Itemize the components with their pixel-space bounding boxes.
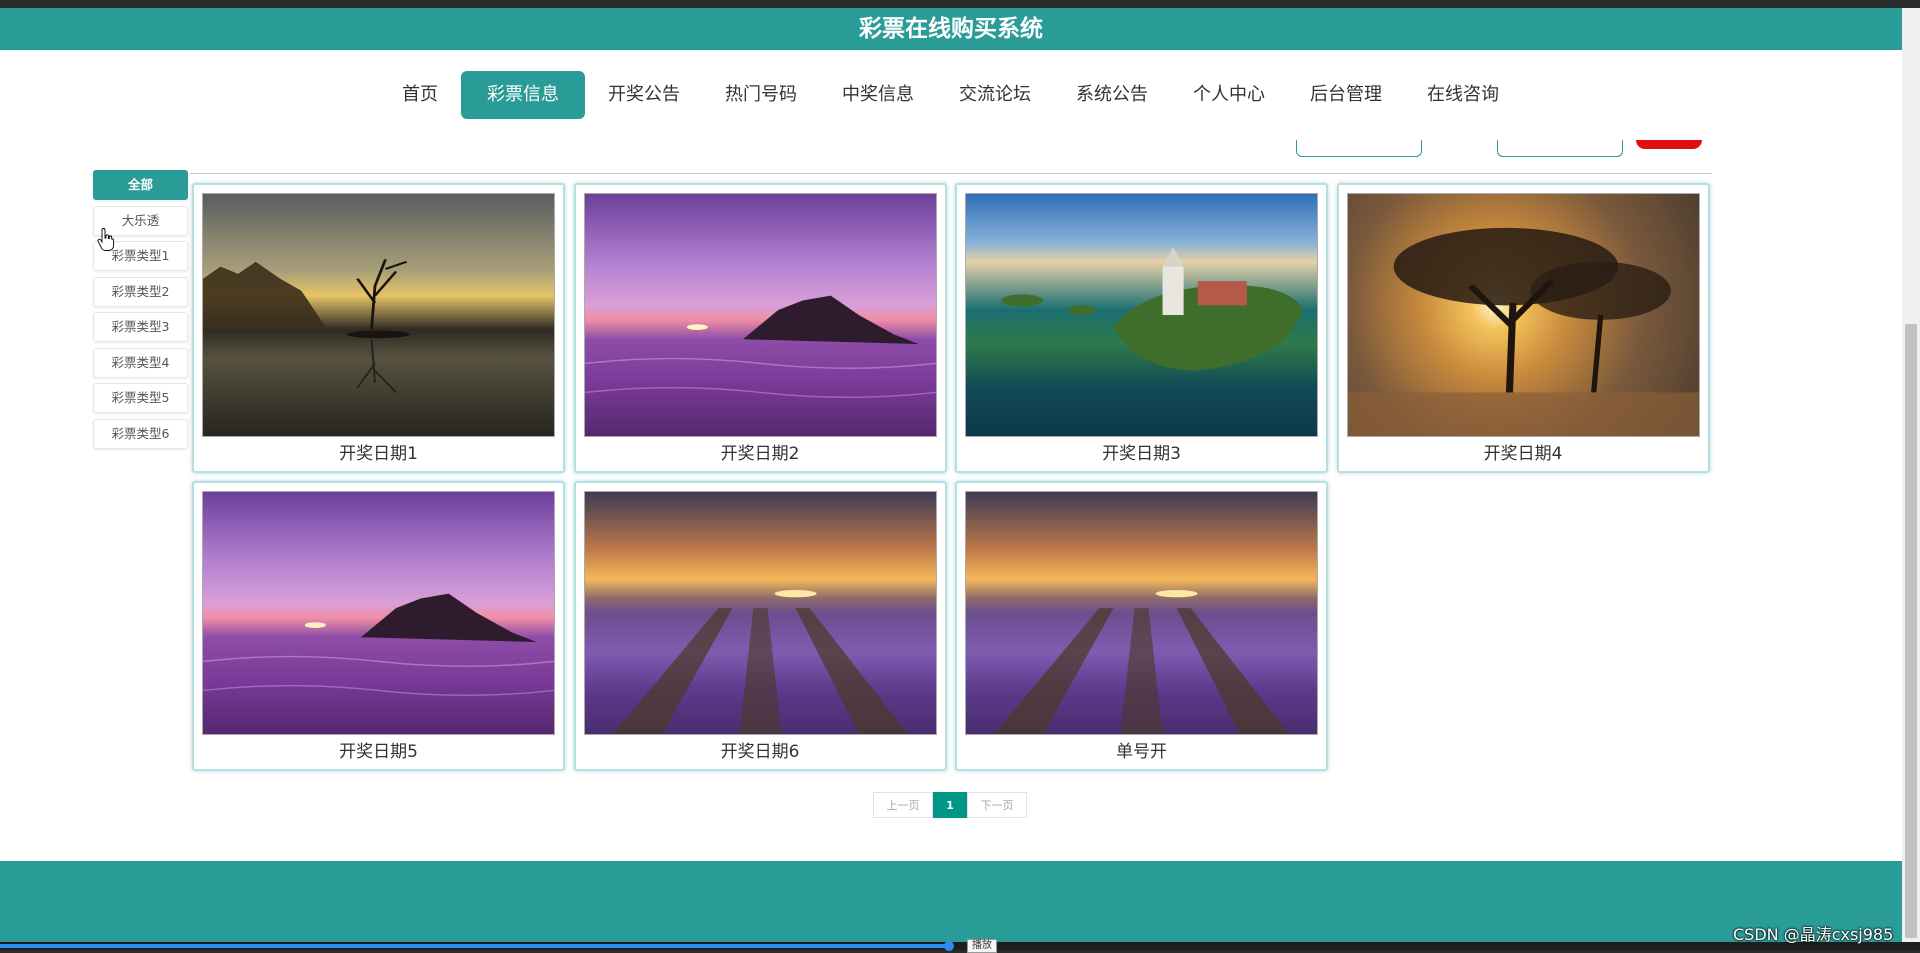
- lake-tree-sunset-image: [202, 193, 555, 437]
- main-nav: 首页 彩票信息 开奖公告 热门号码 中奖信息 交流论坛 系统公告 个人中心 后台…: [380, 70, 1522, 120]
- lottery-card[interactable]: 开奖日期4: [1336, 183, 1710, 473]
- play-tooltip: 播放: [967, 939, 997, 953]
- nav-item-draw-notice[interactable]: 开奖公告: [586, 71, 702, 119]
- category-item-type5[interactable]: 彩票类型5: [93, 383, 188, 413]
- nav-item-winning-info[interactable]: 中奖信息: [820, 71, 936, 119]
- nav-item-home[interactable]: 首页: [380, 71, 460, 119]
- lavender-field-image: [965, 491, 1318, 735]
- card-caption: 开奖日期2: [720, 444, 800, 464]
- prev-page-button[interactable]: 上一页: [873, 792, 933, 818]
- card-caption: 单号开: [1116, 742, 1167, 762]
- search-field-stub[interactable]: [1497, 140, 1623, 157]
- lottery-card[interactable]: 开奖日期1: [192, 183, 565, 473]
- next-page-button[interactable]: 下一页: [967, 792, 1027, 818]
- lottery-card[interactable]: 开奖日期5: [192, 481, 565, 771]
- page: 彩票在线购买系统 首页 彩票信息 开奖公告 热门号码 中奖信息 交流论坛 系统公…: [0, 8, 1902, 942]
- watermark: CSDN @晶涛cxsj985: [1733, 925, 1894, 944]
- category-item-type2[interactable]: 彩票类型2: [93, 276, 188, 307]
- category-item-type3[interactable]: 彩票类型3: [93, 312, 188, 342]
- scrollbar-thumb[interactable]: [1905, 324, 1917, 938]
- nav-item-forum[interactable]: 交流论坛: [937, 71, 1053, 119]
- scrollbar[interactable]: [1902, 8, 1920, 942]
- lavender-field-image: [583, 491, 937, 735]
- site-title: 彩票在线购买系统: [0, 8, 1902, 50]
- hand-cursor-icon: [97, 228, 115, 251]
- card-caption: 开奖日期6: [720, 742, 800, 762]
- search-button-stub[interactable]: [1636, 140, 1702, 149]
- purple-sea-island-image: [583, 193, 937, 437]
- footer: [0, 861, 1902, 942]
- nav-item-hot-numbers[interactable]: 热门号码: [703, 71, 819, 119]
- card-caption: 开奖日期4: [1483, 444, 1563, 464]
- category-item-all[interactable]: 全部: [93, 170, 188, 200]
- lottery-card[interactable]: 单号开: [955, 481, 1328, 771]
- current-page-button[interactable]: 1: [933, 792, 967, 818]
- lottery-card[interactable]: 开奖日期3: [955, 183, 1328, 473]
- video-progress[interactable]: [0, 944, 948, 948]
- nav-item-online-consult[interactable]: 在线咨询: [1405, 71, 1521, 119]
- nav-item-personal-center[interactable]: 个人中心: [1171, 71, 1287, 119]
- lottery-card[interactable]: 开奖日期2: [573, 183, 947, 473]
- lottery-grid: 开奖日期1 开奖日期2 开奖日期3 开奖日期4 开奖日期5 开奖日期6 单号开: [192, 183, 1712, 771]
- search-field-stub[interactable]: [1296, 140, 1422, 157]
- nav-item-system-notice[interactable]: 系统公告: [1054, 71, 1170, 119]
- category-item-type6[interactable]: 彩票类型6: [93, 418, 188, 449]
- lottery-card[interactable]: 开奖日期6: [573, 481, 947, 771]
- card-caption: 开奖日期1: [339, 444, 418, 464]
- nav-item-lottery-info[interactable]: 彩票信息: [461, 71, 585, 119]
- category-item-type4[interactable]: 彩票类型4: [93, 347, 188, 378]
- card-caption: 开奖日期3: [1102, 444, 1181, 464]
- purple-sea-island-image: [202, 491, 555, 735]
- island-town-lake-image: [965, 193, 1318, 437]
- pagination: 上一页 1 下一页: [873, 792, 1027, 818]
- tree-sunrise-image: [1346, 193, 1700, 437]
- category-list: 全部 大乐透 彩票类型1 彩票类型2 彩票类型3 彩票类型4 彩票类型5 彩票类…: [93, 170, 188, 454]
- card-caption: 开奖日期5: [339, 742, 418, 762]
- divider: [190, 173, 1712, 174]
- nav-item-admin[interactable]: 后台管理: [1288, 71, 1404, 119]
